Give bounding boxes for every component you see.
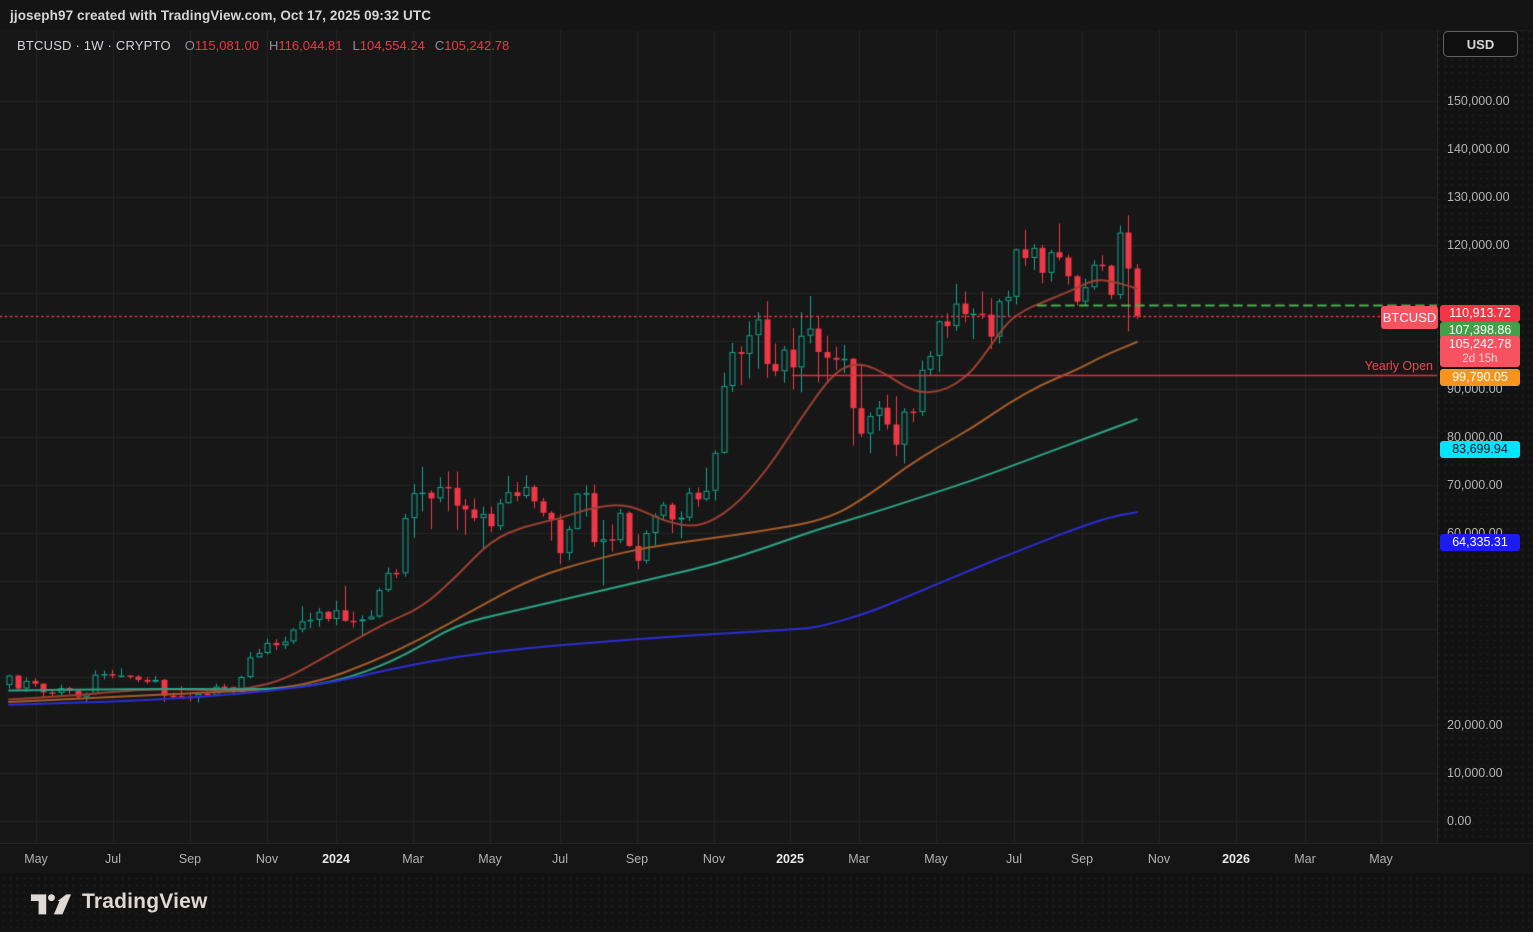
time-tick-mar: Mar (1294, 851, 1316, 866)
time-tick-2024: 2024 (322, 851, 350, 866)
symbol-title[interactable]: BTCUSD · 1W · CRYPTO (17, 38, 171, 53)
ma-fast-value-label: 110,913.72 (1440, 305, 1520, 322)
ohlc-h: H116,044.81 (269, 37, 343, 53)
symbol-price-tag: BTCUSD (1381, 306, 1438, 329)
ma-slow-value-label: 83,699.94 (1440, 441, 1520, 458)
price-tick-label: 120,000.00 (1447, 238, 1510, 252)
time-tick-may: May (24, 851, 48, 866)
price-tick-label: 10,000.00 (1447, 766, 1503, 780)
tradingview-logo[interactable] (30, 887, 72, 917)
price-tick-label: 140,000.00 (1447, 142, 1510, 156)
time-tick-jul: Jul (105, 851, 121, 866)
time-tick-nov: Nov (702, 851, 726, 866)
currency-button[interactable]: USD (1443, 31, 1518, 57)
tradingview-snapshot: jjoseph97 created with TradingView.com, … (0, 0, 1533, 932)
time-tick-may: May (924, 851, 948, 866)
time-tick-mar: Mar (848, 851, 870, 866)
time-tick-jul: Jul (1006, 851, 1022, 866)
time-tick-sep: Sep (178, 851, 202, 866)
price-tick-label: 0.00 (1447, 814, 1472, 828)
price-tick-label: 70,000.00 (1447, 478, 1503, 492)
price-tick-label: 20,000.00 (1447, 718, 1503, 732)
yearly-open-label: Yearly Open (1364, 359, 1433, 373)
chart-plot-area[interactable] (0, 30, 1437, 843)
time-tick-sep: Sep (1070, 851, 1094, 866)
time-tick-may: May (1369, 851, 1393, 866)
ohlc-o: O115,081.00 (184, 37, 259, 53)
price-tick-label: 150,000.00 (1447, 94, 1510, 108)
time-tick-may: May (478, 851, 502, 866)
footer: TradingView (0, 872, 1533, 932)
ohlc-c: C105,242.78 (434, 37, 510, 53)
candlestick-chart-canvas[interactable] (0, 30, 1437, 843)
last-price-label: 105,242.78 2d 15h (1440, 336, 1520, 367)
time-tick-2026: 2026 (1222, 851, 1250, 866)
symbol-legend: BTCUSD · 1W · CRYPTO O115,081.00 H116,044… (17, 36, 519, 54)
time-tick-nov: Nov (255, 851, 279, 866)
time-axis[interactable]: May Jul Sep Nov 2024 Mar May Jul Sep Nov 2025 Mar Ma… (0, 843, 1533, 873)
price-tick-label: 130,000.00 (1447, 190, 1510, 204)
ohlc-l: L104,554.24 (352, 37, 425, 53)
countdown: 2d 15h (1462, 352, 1498, 365)
ma-slowest-value-label: 64,335.31 (1440, 534, 1520, 551)
time-tick-nov: Nov (1147, 851, 1171, 866)
price-axis[interactable]: 150,000.00 140,000.00 130,000.00 120,000.00… (1437, 30, 1533, 843)
time-tick-2025: 2025 (776, 851, 804, 866)
time-tick-jul: Jul (552, 851, 568, 866)
ma-mid-value-label: 99,790.05 (1440, 369, 1520, 386)
tradingview-wordmark[interactable]: TradingView (82, 890, 208, 914)
time-tick-mar: Mar (402, 851, 424, 866)
ohlc-values: O115,081.00 H116,044.81 L104,554.24 C105,24… (185, 38, 520, 53)
attribution-bar: jjoseph97 created with TradingView.com, … (0, 0, 1533, 31)
attribution-text: jjoseph97 created with TradingView.com, … (10, 7, 432, 23)
time-tick-sep: Sep (625, 851, 649, 866)
